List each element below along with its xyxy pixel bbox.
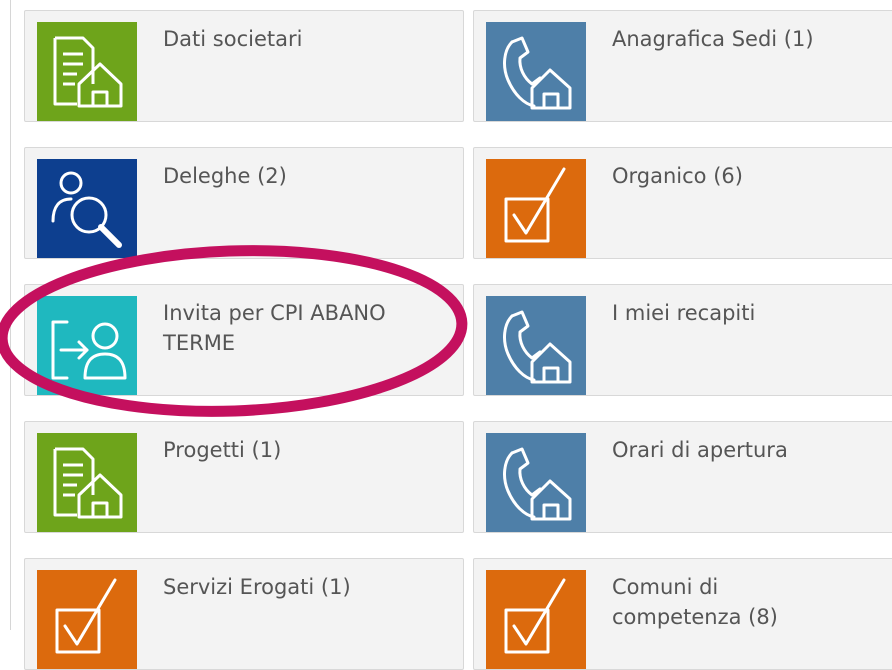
checkbox-icon xyxy=(486,159,586,258)
left-divider xyxy=(10,0,11,630)
tile-label: Orari di apertura xyxy=(612,438,788,462)
document-house-icon xyxy=(37,433,137,532)
tile-label: Invita per CPI ABANO TERME xyxy=(163,301,386,355)
tile-comuni-competenza[interactable]: Comuni di competenza (8) xyxy=(473,558,892,670)
tile-label: Progetti (1) xyxy=(163,438,282,462)
tile-servizi-erogati[interactable]: Servizi Erogati (1) xyxy=(24,558,464,670)
tile-invita-cpi[interactable]: Invita per CPI ABANO TERME xyxy=(24,284,464,396)
tile-label: Comuni di competenza (8) xyxy=(612,575,778,629)
tile-orari-apertura[interactable]: Orari di apertura xyxy=(473,421,892,533)
tile-label: Deleghe (2) xyxy=(163,164,287,188)
checkbox-icon xyxy=(486,570,586,669)
tile-dati-societari[interactable]: Dati societari xyxy=(24,10,464,122)
document-house-icon xyxy=(37,22,137,121)
tile-label: Organico (6) xyxy=(612,164,743,188)
tile-miei-recapiti[interactable]: I miei recapiti xyxy=(473,284,892,396)
tile-label: Anagrafica Sedi (1) xyxy=(612,27,814,51)
phone-house-icon xyxy=(486,433,586,532)
tile-label: I miei recapiti xyxy=(612,301,756,325)
tile-label: Dati societari xyxy=(163,27,303,51)
person-search-icon xyxy=(37,159,137,258)
invite-person-icon xyxy=(37,296,137,395)
checkbox-icon xyxy=(37,570,137,669)
tile-label: Servizi Erogati (1) xyxy=(163,575,351,599)
tile-organico[interactable]: Organico (6) xyxy=(473,147,892,259)
tile-progetti[interactable]: Progetti (1) xyxy=(24,421,464,533)
phone-house-icon xyxy=(486,296,586,395)
phone-house-icon xyxy=(486,22,586,121)
tile-deleghe[interactable]: Deleghe (2) xyxy=(24,147,464,259)
tile-anagrafica-sedi[interactable]: Anagrafica Sedi (1) xyxy=(473,10,892,122)
